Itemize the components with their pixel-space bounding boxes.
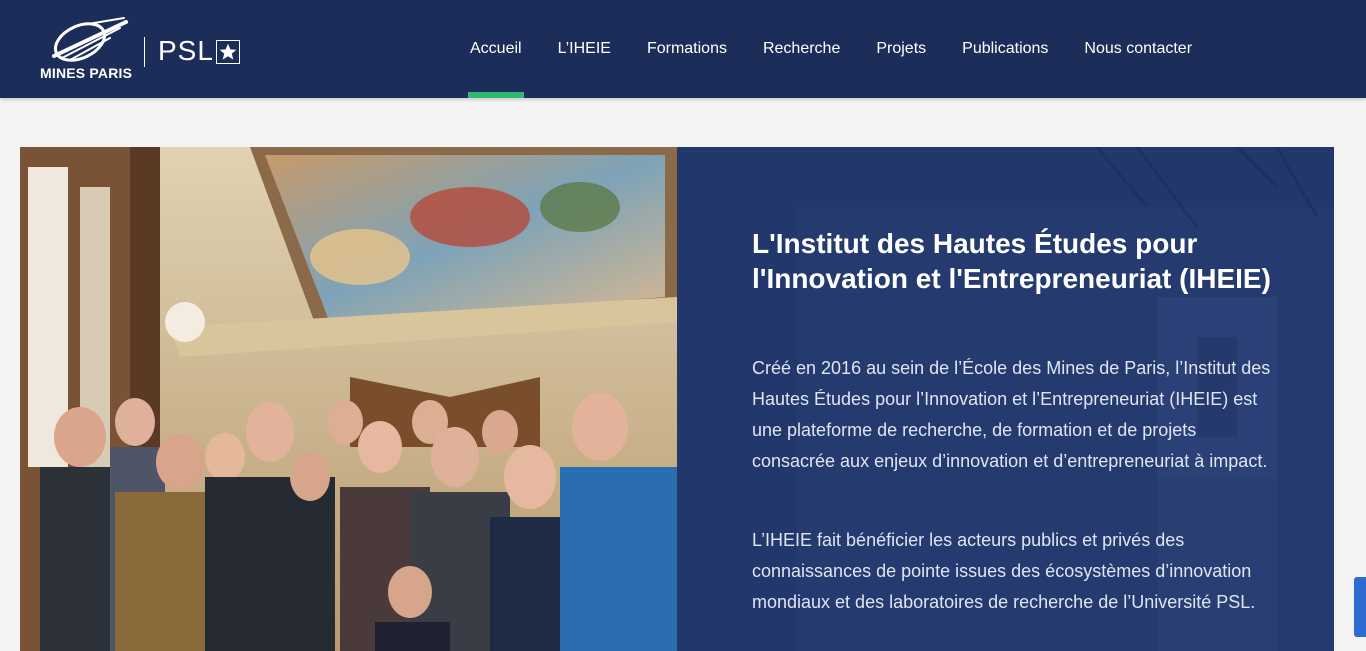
floating-side-tab[interactable] [1354, 577, 1366, 637]
hero-section: L'Institut des Hautes Études pour l'Inno… [20, 147, 1334, 651]
hero-second-paragraph: L’IHEIE fait bénéficier les acteurs publ… [752, 530, 1256, 612]
mines-paris-emblem-icon [52, 17, 128, 62]
psl-star-icon [216, 40, 240, 64]
team-group-photo [20, 147, 677, 651]
mines-paris-psl-logo[interactable]: MINES PARIS PSL [38, 16, 248, 84]
main-navigation: Accueil L’IHEIE Formations Recherche Pro… [452, 0, 1210, 98]
nav-item-formations[interactable]: Formations [629, 0, 745, 98]
hero-intro-paragraph: Créé en 2016 au sein de l’École des Mine… [752, 358, 1271, 471]
nav-item-nous-contacter[interactable]: Nous contacter [1066, 0, 1210, 98]
logo-divider [144, 37, 145, 67]
hero-title: L'Institut des Hautes Études pour l'Inno… [752, 228, 1271, 294]
nav-item-accueil[interactable]: Accueil [452, 0, 540, 98]
nav-item-iheie[interactable]: L’IHEIE [540, 0, 629, 98]
team-photo-illustration [20, 147, 677, 651]
nav-item-recherche[interactable]: Recherche [745, 0, 858, 98]
mines-paris-wordmark: MINES PARIS [40, 65, 133, 81]
intro-panel: L'Institut des Hautes Études pour l'Inno… [677, 147, 1334, 651]
nav-item-projets[interactable]: Projets [858, 0, 944, 98]
psl-wordmark: PSL [158, 35, 214, 66]
site-header: MINES PARIS PSL Accueil L’IHEIE Formatio… [0, 0, 1366, 98]
nav-item-publications[interactable]: Publications [944, 0, 1066, 98]
